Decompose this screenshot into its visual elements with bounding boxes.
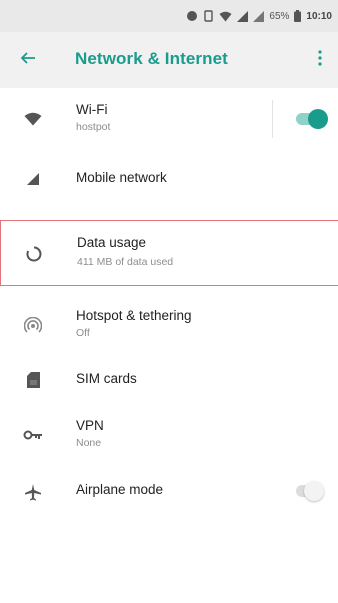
list-item-data-usage[interactable]: Data usage 411 MB of data used	[0, 220, 338, 286]
airplane-mode-label: Airplane mode	[76, 482, 164, 497]
vpn-summary: None	[76, 437, 102, 449]
list-item-airplane-mode[interactable]: Airplane mode	[0, 466, 338, 518]
sync-icon	[186, 10, 198, 22]
app-bar: Network & Internet	[0, 32, 338, 88]
data-usage-label: Data usage	[77, 235, 147, 250]
wifi-toggle[interactable]	[294, 109, 328, 129]
sim-card-icon	[22, 369, 44, 391]
hotspot-summary: Off	[76, 327, 90, 339]
list-item-vpn[interactable]: VPN None	[0, 406, 338, 466]
airplane-mode-toggle[interactable]	[294, 481, 328, 501]
hotspot-icon	[22, 315, 44, 337]
vpn-label: VPN	[76, 418, 104, 433]
vibrate-icon	[203, 10, 214, 22]
wifi-label: Wi-Fi	[76, 102, 108, 117]
toggle-thumb	[304, 481, 324, 501]
wifi-summary: hostpot	[76, 121, 111, 133]
wifi-icon	[22, 108, 44, 130]
mobile-network-label: Mobile network	[76, 170, 167, 185]
status-bar: 65% 10:10	[0, 0, 338, 32]
hotspot-label: Hotspot & tethering	[76, 308, 192, 323]
battery-icon	[294, 10, 302, 22]
back-button[interactable]	[16, 48, 40, 72]
sim-cards-label: SIM cards	[76, 371, 137, 386]
toggle-thumb	[308, 109, 328, 129]
vpn-key-icon	[22, 424, 44, 446]
airplane-icon	[22, 481, 44, 503]
cellular-signal-icon	[22, 168, 44, 190]
arrow-back-icon	[20, 50, 36, 71]
status-icons: 65% 10:10	[186, 7, 332, 25]
page-title: Network & Internet	[75, 49, 228, 68]
data-usage-icon	[23, 243, 45, 265]
signal-status-icon	[237, 10, 249, 22]
signal-status-icon-2	[253, 10, 265, 22]
list-item-hotspot[interactable]: Hotspot & tethering Off	[0, 296, 338, 356]
battery-percent: 65%	[269, 10, 290, 22]
clock: 10:10	[306, 10, 332, 22]
divider	[272, 100, 273, 138]
more-vert-icon	[318, 49, 322, 71]
list-item-sim-cards[interactable]: SIM cards	[0, 356, 338, 406]
wifi-status-icon	[219, 11, 232, 22]
data-usage-summary: 411 MB of data used	[77, 256, 174, 268]
more-options-button[interactable]	[308, 48, 332, 72]
list-item-mobile-network[interactable]: Mobile network	[0, 150, 338, 208]
list-item-wifi[interactable]: Wi-Fi hostpot	[0, 88, 338, 150]
